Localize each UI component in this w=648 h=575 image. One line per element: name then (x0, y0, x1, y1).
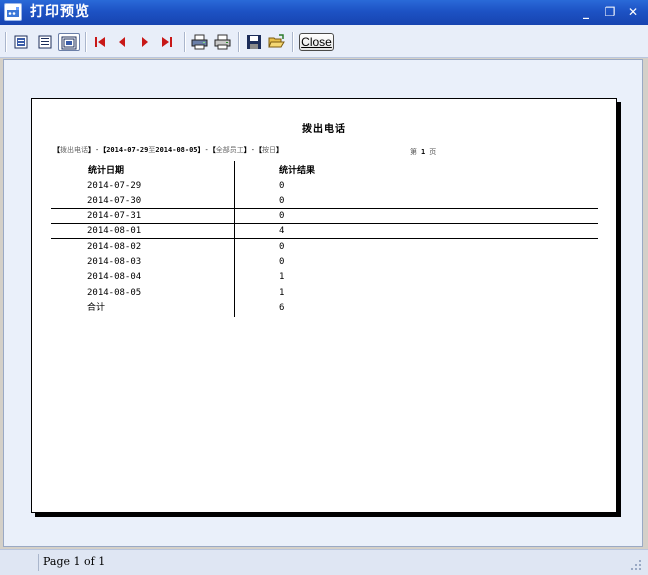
report-page: 拨出电话 【拨出电话】-【2014-07-29至2014-08-05】-【全部员… (31, 98, 617, 513)
criteria-date-close: 】 (197, 146, 205, 154)
criteria-staff: 全部员工 (215, 146, 244, 154)
status-page-info: Page 1 of 1 (43, 555, 106, 568)
row-value: 0 (279, 196, 285, 206)
row-value: 0 (279, 242, 285, 252)
criteria-staff-open: 【 (208, 146, 216, 154)
criteria-type: 拨出电话 (60, 146, 88, 154)
open-icon[interactable] (266, 33, 286, 51)
criteria-type-close: 】 (88, 146, 95, 154)
page-prefix: 第 (410, 148, 417, 156)
row-value: 4 (279, 226, 285, 236)
criteria-staff-close: 】 (243, 146, 251, 154)
minimize-button[interactable]: _ (577, 4, 595, 20)
criteria-date-from: 2014-07-29 (106, 146, 149, 154)
page-number-label: 第1页 (410, 147, 436, 157)
criteria-type-open: 【 (53, 146, 60, 154)
last-page-icon[interactable] (157, 33, 177, 51)
row-date: 2014-08-01 (87, 226, 142, 236)
report-title: 拨出电话 (302, 124, 346, 135)
close-window-button[interactable]: ✕ (624, 4, 642, 20)
row-date: 2014-08-03 (87, 257, 142, 267)
total-value: 6 (279, 303, 285, 313)
page-suffix: 页 (429, 148, 437, 156)
row-date: 2014-07-31 (87, 211, 142, 221)
list-view-icon[interactable] (35, 33, 55, 51)
row-separator-line (51, 238, 598, 239)
toolbar-separator (5, 32, 7, 52)
page-number: 1 (421, 148, 426, 156)
close-button[interactable]: Close (299, 33, 334, 51)
row-separator-line (51, 223, 598, 224)
row-value: 0 (279, 181, 285, 191)
criteria-unit-open: 【 (254, 146, 262, 154)
status-bar: Page 1 of 1 (0, 549, 648, 575)
page-view-icon[interactable] (11, 33, 31, 51)
criteria-date-to: 2014-08-05 (155, 146, 198, 154)
print-icon[interactable] (212, 33, 232, 51)
total-label: 合计 (87, 303, 106, 313)
row-date: 2014-08-05 (87, 288, 142, 298)
printer-setup-icon[interactable] (189, 33, 209, 51)
column-header-date: 统计日期 (88, 166, 125, 176)
preview-viewport[interactable]: 拨出电话 【拨出电话】-【2014-07-29至2014-08-05】-【全部员… (3, 59, 643, 547)
row-date: 2014-07-29 (87, 181, 142, 191)
first-page-icon[interactable] (90, 33, 110, 51)
status-divider (38, 554, 39, 571)
next-page-icon[interactable] (135, 33, 155, 51)
row-value: 1 (279, 288, 285, 298)
row-value: 0 (279, 257, 285, 267)
report-criteria: 【拨出电话】-【2014-07-29至2014-08-05】-【全部员工】-【按… (53, 145, 283, 155)
toolbar-separator (292, 32, 294, 52)
row-date: 2014-08-04 (87, 272, 142, 282)
title-bar: 打印预览 _ ❐ ✕ (0, 0, 648, 25)
previous-page-icon[interactable] (112, 33, 132, 51)
app-icon (4, 3, 22, 21)
row-date: 2014-07-30 (87, 196, 142, 206)
toolbar-separator (85, 32, 87, 52)
resize-grip-icon[interactable] (630, 559, 642, 571)
criteria-unit: 按日 (261, 146, 276, 154)
criteria-unit-close: 】 (275, 146, 283, 154)
toolbar-separator (184, 32, 186, 52)
row-date: 2014-08-02 (87, 242, 142, 252)
save-icon[interactable] (244, 33, 264, 51)
column-header-result: 统计结果 (279, 166, 316, 176)
column-divider (234, 161, 235, 317)
toolbar: Close (0, 25, 648, 58)
window-title: 打印预览 (30, 4, 90, 20)
page-setup-icon[interactable] (58, 33, 80, 51)
restore-button[interactable]: ❐ (601, 4, 619, 20)
row-separator-line (51, 208, 598, 209)
row-value: 1 (279, 272, 285, 282)
toolbar-separator (238, 32, 240, 52)
row-value: 0 (279, 211, 285, 221)
